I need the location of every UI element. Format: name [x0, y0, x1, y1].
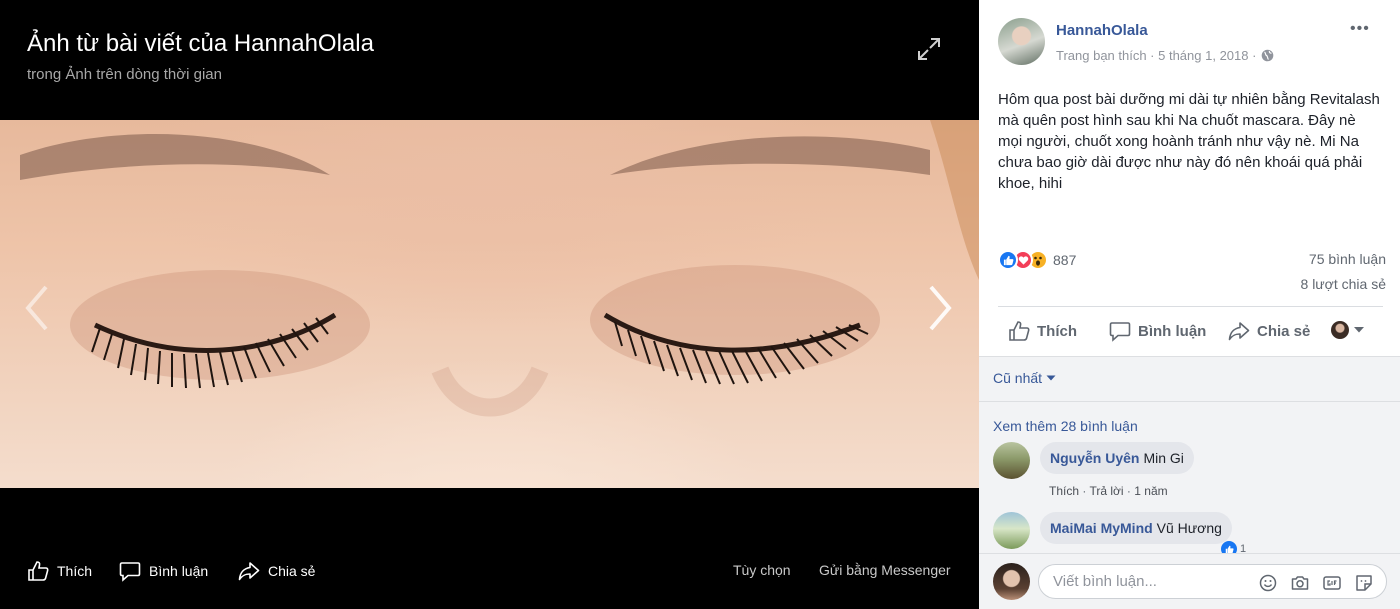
post-panel: HannahOlala Trang bạn thích · 5 tháng 1,…: [979, 0, 1400, 609]
previous-photo-icon[interactable]: [22, 283, 52, 333]
comment-sort-dropdown[interactable]: Cũ nhất: [993, 370, 1056, 386]
comment-reply-link[interactable]: Trả lời: [1089, 484, 1123, 498]
author-avatar[interactable]: [998, 18, 1045, 65]
comment-icon: [119, 562, 141, 582]
camera-icon[interactable]: [1290, 573, 1310, 593]
viewer-share-label: Chia sẻ: [268, 563, 316, 579]
divider: [998, 306, 1383, 307]
comment-input-placeholder: Viết bình luận...: [1053, 573, 1157, 590]
emoji-icon[interactable]: [1258, 573, 1278, 593]
viewer-share-button[interactable]: Chia sẻ: [238, 555, 315, 587]
viewer-subtitle: trong Ảnh trên dòng thời gian: [27, 66, 222, 83]
separator: ·: [1082, 484, 1087, 498]
share-count[interactable]: 8 lượt chia sẻ: [1301, 276, 1386, 292]
comment-count[interactable]: 75 bình luận: [1309, 251, 1386, 267]
commenter-avatar[interactable]: [993, 512, 1030, 549]
post-meta: Trang bạn thích · 5 tháng 1, 2018 ·: [1056, 48, 1274, 63]
next-photo-icon[interactable]: [925, 283, 955, 333]
divider: [979, 401, 1400, 402]
viewer-comment-label: Bình luận: [149, 563, 209, 579]
comment-author[interactable]: MaiMai MyMind: [1050, 520, 1153, 536]
comment-input[interactable]: Viết bình luận...: [1038, 564, 1387, 599]
viewer-like-button[interactable]: Thích: [27, 555, 92, 587]
gif-icon[interactable]: [1322, 573, 1342, 593]
comment-actions: Thích · Trả lời · 1 năm: [1049, 484, 1168, 498]
viewer-like-label: Thích: [57, 563, 93, 579]
comment-bubble: MaiMai MyMind Vũ Hương: [1040, 512, 1232, 544]
user-mini-avatar: [1331, 321, 1349, 339]
comment-bubble: Nguyễn Uyên Min Gi: [1040, 442, 1194, 474]
share-button[interactable]: Chia sẻ: [1228, 313, 1310, 349]
post-meta-text[interactable]: Trang bạn thích · 5 tháng 1, 2018 ·: [1056, 48, 1256, 63]
caret-down-icon: [1354, 327, 1364, 333]
options-link[interactable]: Tùy chọn: [733, 562, 791, 578]
comment-label: Bình luận: [1138, 322, 1207, 340]
post-photo: [0, 120, 979, 488]
comment-text[interactable]: Min Gi: [1143, 450, 1183, 466]
comment-author[interactable]: Nguyễn Uyên: [1050, 450, 1139, 466]
sticker-icon[interactable]: [1354, 573, 1374, 593]
expand-icon[interactable]: [916, 36, 942, 62]
thumbs-up-icon: [1009, 321, 1030, 341]
photo-theater: Ảnh từ bài viết của HannahOlala trong Ản…: [0, 0, 1400, 609]
like-button[interactable]: Thích: [1008, 313, 1077, 349]
commenter-avatar[interactable]: [993, 442, 1030, 479]
viewer-action-bar: Thích Bình luận Chia sẻ Tùy chọn Gửi bằn…: [0, 555, 979, 587]
author-name[interactable]: HannahOlala: [1056, 22, 1148, 39]
composer-tools: [1258, 573, 1374, 593]
comment-composer: Viết bình luận...: [979, 553, 1400, 609]
like-reaction-icon: [998, 250, 1018, 270]
viewer-comment-button[interactable]: Bình luận: [119, 555, 208, 587]
comment-like-link[interactable]: Thích: [1049, 484, 1079, 498]
current-user-avatar[interactable]: [993, 563, 1030, 600]
divider: [979, 356, 1400, 357]
send-messenger-link[interactable]: Gửi bằng Messenger: [819, 562, 951, 578]
reactions-summary[interactable]: 887: [998, 247, 1076, 273]
share-arrow-icon: [238, 562, 260, 581]
thumbs-up-icon: [28, 561, 49, 581]
share-label: Chia sẻ: [1257, 322, 1311, 340]
post-as-selector[interactable]: [1331, 321, 1365, 339]
caret-down-icon: [1046, 375, 1056, 381]
comment-icon: [1109, 322, 1131, 342]
post-action-bar: Thích Bình luận Chia sẻ: [998, 313, 1388, 349]
viewer-title: Ảnh từ bài viết của HannahOlala: [27, 30, 374, 57]
share-arrow-icon: [1228, 322, 1250, 341]
comments-section: Cũ nhất Xem thêm 28 bình luận Nguyễn Uyê…: [979, 357, 1400, 557]
more-options-button[interactable]: •••: [1350, 20, 1374, 38]
reaction-count: 887: [1053, 252, 1077, 268]
comment-text[interactable]: Vũ Hương: [1157, 520, 1222, 536]
comment-sort-label: Cũ nhất: [993, 370, 1043, 386]
see-more-comments-link[interactable]: Xem thêm 28 bình luận: [993, 418, 1138, 434]
comment-button[interactable]: Bình luận: [1109, 313, 1206, 349]
photo-viewer: Ảnh từ bài viết của HannahOlala trong Ản…: [0, 0, 979, 609]
globe-icon: [1262, 49, 1274, 62]
separator: ·: [1126, 484, 1131, 498]
post-text: Hôm qua post bài dưỡng mi dài tự nhiên b…: [998, 91, 1380, 192]
comment-timestamp[interactable]: 1 năm: [1134, 484, 1167, 498]
like-label: Thích: [1037, 322, 1077, 340]
